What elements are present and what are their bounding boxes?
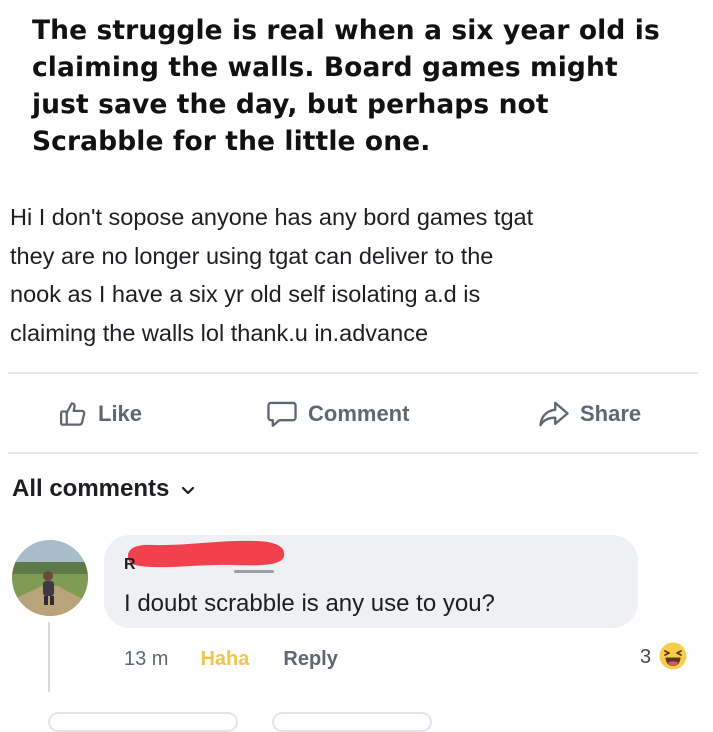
comment-meta: 13 m Haha Reply — [124, 646, 338, 672]
reply-button[interactable]: Reply — [283, 648, 337, 671]
haha-emoji-icon — [659, 642, 687, 670]
thread-line — [48, 622, 50, 692]
caption-line: The struggle is real when a six year old… — [32, 15, 660, 46]
divider — [8, 452, 698, 454]
reaction-count[interactable]: 3 — [640, 646, 651, 672]
avatar[interactable] — [12, 540, 88, 616]
caption-line: just save the day, but perhaps not — [32, 89, 549, 120]
next-item-edge — [48, 712, 238, 732]
name-redaction — [127, 540, 285, 568]
like-label: Like — [98, 401, 143, 426]
comment-label: Comment — [308, 401, 410, 426]
post-line: claiming the walls lol thank.u in.advanc… — [10, 319, 429, 346]
comment-author-initial: R — [124, 556, 136, 573]
haha-reaction-button[interactable]: Haha — [200, 648, 249, 671]
share-label: Share — [580, 401, 642, 426]
post-line: nook as I have a six yr old self isolati… — [10, 281, 481, 307]
caption-line: claiming the walls. Board games might — [32, 52, 618, 83]
post-line: they are no longer using tgat can delive… — [10, 242, 494, 269]
comment-text: I doubt scrabble is any use to you? — [124, 590, 495, 617]
like-button[interactable]: Like — [58, 396, 142, 432]
share-arrow-icon — [538, 399, 570, 429]
next-item-edge — [272, 712, 432, 732]
chevron-down-icon — [181, 475, 195, 503]
comments-filter-label: All comments — [12, 475, 170, 502]
caption: The struggle is real when a six year old… — [32, 12, 704, 160]
comment-button[interactable]: Comment — [266, 396, 409, 432]
post-line: Hi I don't sopose anyone has any bord ga… — [10, 204, 534, 230]
comment-timestamp: 13 m — [124, 647, 169, 670]
share-button[interactable]: Share — [538, 396, 641, 432]
thumbs-up-icon — [58, 399, 88, 429]
speech-bubble-icon — [266, 399, 298, 429]
comment-author-name-fragment — [234, 570, 274, 573]
caption-line: Scrabble for the little one. — [32, 126, 431, 157]
divider — [8, 372, 698, 374]
comments-filter-dropdown[interactable]: All comments — [12, 472, 195, 506]
post-body: Hi I don't sopose anyone has any bord ga… — [10, 198, 700, 352]
